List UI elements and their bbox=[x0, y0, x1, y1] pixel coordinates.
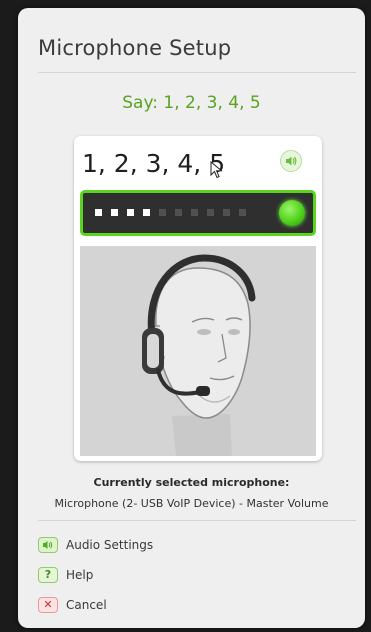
audio-settings-label: Audio Settings bbox=[66, 538, 154, 552]
question-icon: ? bbox=[38, 567, 58, 583]
level-segment bbox=[223, 209, 230, 216]
window-frame: Microphone Setup Say: 1, 2, 3, 4, 5 1, 2… bbox=[0, 0, 371, 632]
microphone-setup-dialog: Microphone Setup Say: 1, 2, 3, 4, 5 1, 2… bbox=[18, 8, 365, 628]
level-indicator-light bbox=[279, 200, 305, 226]
level-segment bbox=[143, 209, 150, 216]
level-segment bbox=[111, 209, 118, 216]
headset-head-illustration bbox=[142, 254, 256, 456]
say-prompt: Say: 1, 2, 3, 4, 5 bbox=[122, 93, 261, 113]
help-label: Help bbox=[66, 568, 94, 582]
level-segments bbox=[95, 209, 246, 216]
level-segment bbox=[127, 209, 134, 216]
microphone-level-meter bbox=[80, 190, 316, 236]
speaker-icon bbox=[38, 537, 58, 553]
cancel-link[interactable]: ✕ Cancel bbox=[38, 595, 107, 615]
level-segment bbox=[239, 209, 246, 216]
level-segment bbox=[95, 209, 102, 216]
dialog-title: Microphone Setup bbox=[38, 36, 232, 60]
speaker-icon bbox=[286, 156, 297, 166]
help-link[interactable]: ? Help bbox=[38, 565, 93, 585]
test-card: 1, 2, 3, 4, 5 bbox=[74, 136, 322, 461]
title-divider bbox=[38, 72, 356, 73]
level-segment bbox=[207, 209, 214, 216]
cancel-label: Cancel bbox=[66, 598, 107, 612]
current-microphone-label: Currently selected microphone: bbox=[93, 476, 290, 489]
menu-divider bbox=[38, 520, 356, 521]
level-segment bbox=[191, 209, 198, 216]
audio-settings-link[interactable]: Audio Settings bbox=[38, 535, 153, 555]
level-segment bbox=[159, 209, 166, 216]
close-icon: ✕ bbox=[38, 597, 58, 613]
play-sample-button[interactable] bbox=[280, 150, 302, 172]
current-microphone-device: Microphone (2- USB VoIP Device) - Master… bbox=[54, 497, 329, 510]
headset-illustration bbox=[80, 246, 316, 456]
level-segment bbox=[175, 209, 182, 216]
mouse-pointer-icon bbox=[210, 161, 223, 179]
spoken-text: 1, 2, 3, 4, 5 bbox=[82, 149, 226, 178]
